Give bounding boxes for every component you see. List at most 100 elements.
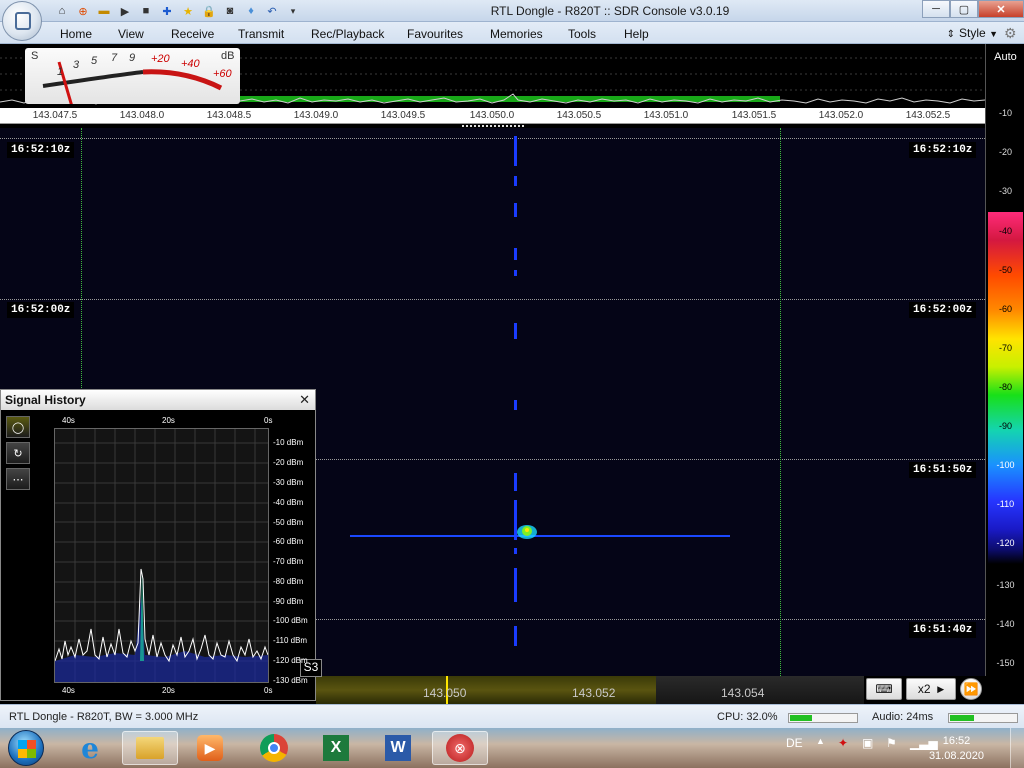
usb-tray-icon[interactable]: ▣: [862, 736, 873, 750]
acrobat-tray-icon[interactable]: ✦: [838, 736, 848, 750]
undo-icon[interactable]: ↶: [264, 3, 280, 19]
flag-tray-icon[interactable]: ⚑: [886, 736, 897, 750]
style-menu[interactable]: ⇕ Style ▼: [947, 26, 998, 40]
gear-icon[interactable]: ⚙: [1004, 25, 1020, 41]
time-label: 16:51:50z: [909, 462, 977, 478]
level-tick: -40: [998, 226, 1012, 236]
signal-history-body: ◯ ↻ ⋯ 40s 20s 0s S3 -10 dBm -20 dBm -30 …: [1, 410, 322, 700]
sort-icon: ⇕: [946, 29, 956, 40]
folder-icon[interactable]: ▬: [96, 3, 112, 19]
frequency-tick: 143.052.0: [818, 110, 864, 121]
time-label: 16:51:40z: [909, 622, 977, 638]
level-tick: -30: [998, 186, 1012, 196]
menu-tools[interactable]: Tools: [568, 27, 596, 41]
db-axis-label: -30 dBm: [273, 478, 304, 487]
db-axis-label: -40 dBm: [273, 498, 304, 507]
audio-meter-fill: [950, 715, 974, 721]
tuning-strip[interactable]: 143.050 143.052 143.054: [316, 676, 864, 704]
window-controls: ─ ▢ ✕: [922, 0, 1024, 18]
frequency-tick: 143.050.5: [556, 110, 602, 121]
internet-explorer-icon[interactable]: e: [62, 731, 118, 765]
lock-icon[interactable]: 🔒: [201, 3, 217, 19]
time-axis-label: 0s: [264, 416, 273, 425]
time-axis-label: 20s: [162, 686, 175, 695]
close-button[interactable]: ✕: [978, 0, 1024, 18]
play-icon[interactable]: ▶: [117, 3, 133, 19]
chevron-down-icon[interactable]: ▾: [285, 3, 301, 19]
db-axis-label: -20 dBm: [273, 458, 304, 467]
signal-history-title-bar[interactable]: Signal History ✕: [1, 390, 315, 410]
level-tick: -130: [996, 580, 1015, 590]
tray-expand-icon[interactable]: ▲: [816, 736, 825, 746]
more-icon[interactable]: ⋯: [6, 468, 30, 490]
menu-home[interactable]: Home: [60, 27, 92, 41]
cpu-status: CPU: 32.0%: [717, 711, 778, 723]
system-clock[interactable]: 16:52 31.08.2020: [929, 734, 984, 764]
chrome-icon[interactable]: [246, 731, 302, 765]
add-icon[interactable]: ✚: [159, 3, 175, 19]
lifebuoy-icon[interactable]: ⊕: [75, 3, 91, 19]
clock-time: 16:52: [942, 735, 971, 747]
refresh-icon[interactable]: ↻: [6, 442, 30, 464]
signal-history-chart[interactable]: S3: [54, 428, 322, 683]
stop-icon[interactable]: ■: [138, 3, 154, 19]
start-button[interactable]: [8, 730, 44, 766]
tuning-freq: 143.054: [721, 686, 765, 700]
clock-date: 31.08.2020: [928, 750, 984, 762]
level-tick: -10: [998, 108, 1012, 118]
zoom-selector[interactable]: x2 ▶: [906, 678, 956, 700]
chevron-right-icon: ▶: [937, 683, 945, 694]
menu-view[interactable]: View: [118, 27, 144, 41]
fast-forward-icon[interactable]: ⏩: [960, 678, 982, 700]
keyboard-icon[interactable]: ⌨: [866, 678, 902, 700]
media-player-icon[interactable]: ▶: [182, 731, 238, 765]
auto-button[interactable]: Auto: [986, 51, 1024, 63]
device-status: RTL Dongle - R820T, BW = 3.000 MHz: [9, 711, 199, 723]
menu-help[interactable]: Help: [624, 27, 649, 41]
color-gradient-bar: -40 -50 -60 -70 -80 -90 -100 -110 -120: [988, 212, 1023, 564]
maximize-button[interactable]: ▢: [950, 0, 978, 18]
db-tick: +20: [151, 53, 170, 65]
sdr-console-icon[interactable]: ⊗: [432, 731, 488, 765]
s-tick: 3: [73, 59, 80, 71]
signal-history-title: Signal History: [5, 393, 86, 407]
db-axis-label: -70 dBm: [273, 557, 304, 566]
quick-access-toolbar: ⌂ ⊕ ▬ ▶ ■ ✚ ★ 🔒 ◙ ♦ ↶ ▾: [50, 3, 301, 19]
time-label: 16:52:10z: [909, 142, 977, 158]
record-icon[interactable]: ◯: [6, 416, 30, 438]
app-menu-button[interactable]: [2, 1, 42, 41]
frequency-scale[interactable]: 143.047.5 143.048.0 143.048.5 143.049.0 …: [0, 108, 985, 124]
menu-memories[interactable]: Memories: [490, 27, 543, 41]
file-explorer-icon[interactable]: [122, 731, 178, 765]
minimize-button[interactable]: ─: [922, 0, 950, 18]
word-icon[interactable]: W: [370, 731, 426, 765]
home-icon[interactable]: ⌂: [54, 3, 70, 19]
frequency-tick: 143.050.0: [469, 110, 515, 121]
db-tick: +60: [213, 68, 232, 80]
excel-icon[interactable]: X: [308, 731, 364, 765]
language-indicator[interactable]: DE: [786, 736, 803, 750]
time-label: 16:52:00z: [909, 302, 977, 318]
signal-history-panel: Signal History ✕ ◯ ↻ ⋯ 40s 20s 0s S3 -10…: [0, 389, 322, 701]
s-unit-label: S: [31, 50, 39, 62]
db-axis-label: -10 dBm: [273, 438, 304, 447]
menu-transmit[interactable]: Transmit: [238, 27, 284, 41]
menu-favourites[interactable]: Favourites: [407, 27, 463, 41]
db-axis-label: -50 dBm: [273, 518, 304, 527]
drop-icon[interactable]: ♦: [243, 3, 259, 19]
show-desktop-button[interactable]: [1010, 728, 1024, 768]
signal-history-graph: [54, 429, 269, 682]
db-axis-label: -110 dBm: [273, 636, 308, 645]
time-label: 16:52:10z: [7, 142, 75, 158]
close-icon[interactable]: ✕: [299, 392, 310, 408]
app-logo-icon: [15, 12, 31, 30]
menu-receive[interactable]: Receive: [171, 27, 214, 41]
s-tick: 7: [111, 52, 118, 64]
level-scale[interactable]: Auto -10 -20 -30 -40 -50 -60 -70 -80 -90…: [985, 44, 1024, 676]
camera-icon[interactable]: ◙: [222, 3, 238, 19]
star-icon[interactable]: ★: [180, 3, 196, 19]
tuning-controls: ⌨ x2 ▶ ⏩: [866, 678, 982, 700]
frequency-tick: 143.049.5: [380, 110, 426, 121]
status-bar: RTL Dongle - R820T, BW = 3.000 MHz CPU: …: [0, 704, 1024, 728]
menu-rec-playback[interactable]: Rec/Playback: [311, 27, 384, 41]
